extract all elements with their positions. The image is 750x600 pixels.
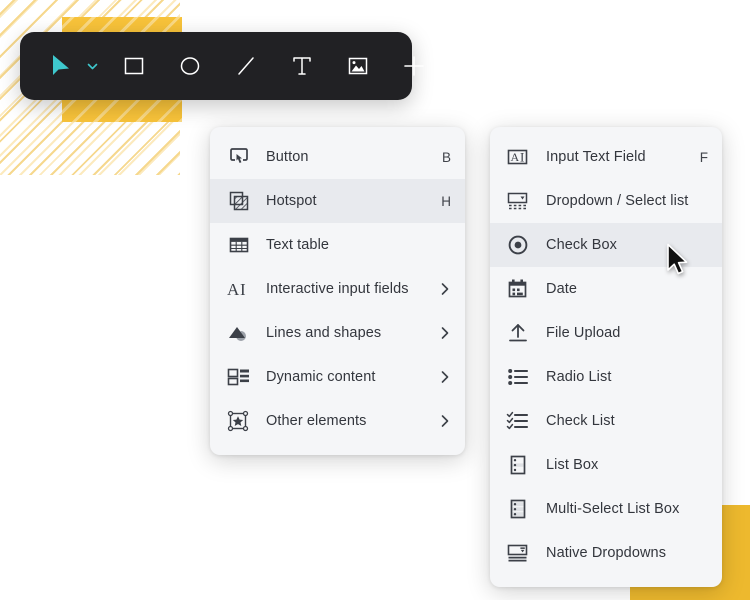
file-upload-icon: [504, 318, 534, 348]
menu-item-hotspot[interactable]: Hotspot H: [210, 179, 465, 223]
menu-item-label: Text table: [266, 237, 330, 253]
lines-shapes-icon: [224, 318, 254, 348]
menu-item-label: Dynamic content: [266, 369, 376, 385]
menu-item-label: Date: [546, 281, 578, 297]
button-icon: [224, 142, 254, 172]
menu-item-label: Input Text Field: [546, 149, 646, 165]
svg-text:I: I: [520, 150, 524, 165]
list-box-icon: [504, 450, 534, 480]
menu-item-button[interactable]: Button B: [210, 135, 465, 179]
tool-select[interactable]: [40, 45, 99, 87]
interactive-input-fields-submenu: A I Input Text Field F Dropdown / Select…: [490, 127, 722, 587]
menu-item-label: Check List: [546, 413, 615, 429]
multi-select-list-box-icon: [504, 494, 534, 524]
drawing-toolbar: [20, 32, 451, 100]
dynamic-content-icon: [224, 362, 254, 392]
radio-list-icon: [504, 362, 534, 392]
menu-item-interactive-input-fields[interactable]: A I Interactive input fields: [210, 267, 465, 311]
menu-item-dynamic-content[interactable]: Dynamic content: [210, 355, 465, 399]
dropdown-select-icon: [504, 186, 534, 216]
menu-item-label: File Upload: [546, 325, 621, 341]
menu-item-check-box[interactable]: Check Box: [490, 223, 722, 267]
menu-item-label: Native Dropdowns: [546, 545, 667, 561]
chevron-right-icon: [439, 326, 451, 340]
input-text-field-icon: A I: [504, 142, 534, 172]
menu-item-label: Dropdown / Select list: [546, 193, 689, 209]
menu-item-multi-select-list-box[interactable]: Multi-Select List Box: [490, 487, 722, 531]
tool-line[interactable]: [225, 45, 267, 87]
menu-item-dropdown-select-list[interactable]: Dropdown / Select list: [490, 179, 722, 223]
cursor-select-icon: [40, 45, 82, 87]
ellipse-icon: [169, 45, 211, 87]
chevron-right-icon: [439, 370, 451, 384]
tool-add[interactable]: [393, 45, 452, 87]
svg-text:I: I: [240, 280, 246, 299]
menu-item-text-table[interactable]: Text table: [210, 223, 465, 267]
menu-item-check-list[interactable]: Check List: [490, 399, 722, 443]
menu-item-shortcut: B: [441, 149, 451, 165]
rectangle-icon: [113, 45, 155, 87]
chevron-right-icon: [439, 282, 451, 296]
menu-item-label: Other elements: [266, 413, 367, 429]
hotspot-icon: [224, 186, 254, 216]
menu-item-label: Hotspot: [266, 193, 317, 209]
tool-rectangle[interactable]: [113, 45, 155, 87]
chevron-down-icon-add[interactable]: [439, 60, 452, 73]
menu-item-list-box[interactable]: List Box: [490, 443, 722, 487]
text-icon: [281, 45, 323, 87]
other-elements-icon: [224, 406, 254, 436]
menu-item-lines-and-shapes[interactable]: Lines and shapes: [210, 311, 465, 355]
interactive-input-icon: A I: [224, 274, 254, 304]
svg-text:A: A: [227, 280, 240, 299]
menu-item-label: Radio List: [546, 369, 612, 385]
tool-image[interactable]: [337, 45, 379, 87]
chevron-down-icon[interactable]: [86, 60, 99, 73]
menu-item-label: Lines and shapes: [266, 325, 382, 341]
check-box-icon: [504, 230, 534, 260]
check-list-icon: [504, 406, 534, 436]
svg-text:A: A: [511, 150, 520, 164]
menu-item-file-upload[interactable]: File Upload: [490, 311, 722, 355]
add-element-menu: Button B Hotspot H Text table A I Intera…: [210, 127, 465, 455]
menu-item-input-text-field[interactable]: A I Input Text Field F: [490, 135, 722, 179]
menu-item-label: Interactive input fields: [266, 281, 409, 297]
menu-item-label: List Box: [546, 457, 599, 473]
menu-item-label: Check Box: [546, 237, 618, 253]
menu-item-other-elements[interactable]: Other elements: [210, 399, 465, 443]
menu-item-date[interactable]: Date: [490, 267, 722, 311]
menu-item-label: Button: [266, 149, 309, 165]
menu-item-native-dropdowns[interactable]: Native Dropdowns: [490, 531, 722, 575]
tool-text[interactable]: [281, 45, 323, 87]
tool-ellipse[interactable]: [169, 45, 211, 87]
line-icon: [225, 45, 267, 87]
menu-item-radio-list[interactable]: Radio List: [490, 355, 722, 399]
menu-item-shortcut: H: [441, 193, 451, 209]
chevron-right-icon: [439, 414, 451, 428]
image-icon: [337, 45, 379, 87]
plus-icon: [393, 45, 435, 87]
menu-item-label: Multi-Select List Box: [546, 501, 680, 517]
date-icon: [504, 274, 534, 304]
menu-item-shortcut: F: [699, 149, 708, 165]
native-dropdowns-icon: [504, 538, 534, 568]
text-table-icon: [224, 230, 254, 260]
